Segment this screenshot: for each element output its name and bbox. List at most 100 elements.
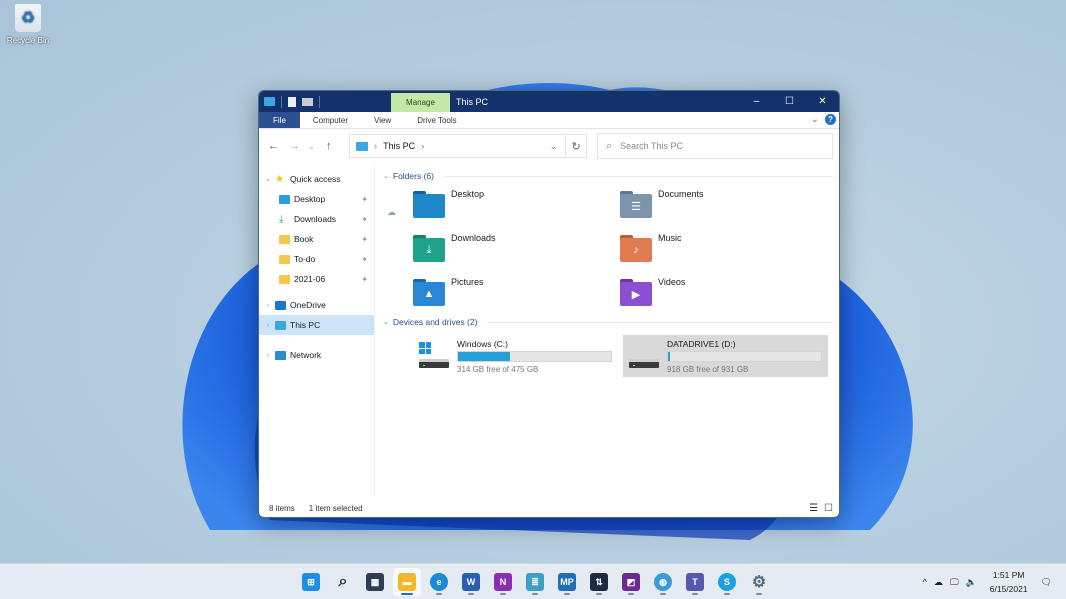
running-indicator — [401, 593, 413, 595]
help-icon[interactable]: ? — [825, 114, 836, 125]
nav-item-label: OneDrive — [290, 300, 326, 310]
music-folder-icon: ♪ — [620, 235, 652, 262]
folder-item-downloads[interactable]: ⤓ Downloads — [413, 231, 620, 263]
folder-item-music[interactable]: ♪ Music — [620, 231, 827, 263]
nav-item-to-do[interactable]: To-do ✦ — [259, 249, 374, 269]
recycle-bin[interactable]: ♻ Recycle Bin — [4, 4, 52, 45]
taskbar-notepad[interactable]: ≣ — [521, 568, 549, 596]
drive-free-space: 918 GB free of 931 GB — [667, 364, 749, 374]
nav-item-2021-06[interactable]: 2021-06 ✦ — [259, 269, 374, 289]
network-icon[interactable]: 🖵 — [950, 577, 959, 588]
pc-icon — [356, 141, 369, 151]
refresh-button[interactable]: ↻ — [566, 134, 587, 158]
system-tray: ^ ☁ 🖵 🔈 1:51 PM 6/15/2021 🗨 — [923, 564, 1066, 599]
nav-item-quick-access[interactable]: ⌄ ★ Quick access — [259, 169, 374, 189]
nav-item-desktop[interactable]: Desktop ✦ — [259, 189, 374, 209]
drive-usage-bar — [667, 350, 822, 362]
taskbar-sort-app[interactable]: ⇅ — [585, 568, 613, 596]
navigation-pane: ⌄ ★ Quick access Desktop ✦ ⤓ Downloads ✦ Book ✦ To… — [259, 163, 375, 497]
taskbar-maps[interactable]: ◍ — [649, 568, 677, 596]
nav-item-downloads[interactable]: ⤓ Downloads ✦ — [259, 209, 374, 229]
clock[interactable]: 1:51 PM 6/15/2021 — [990, 568, 1028, 596]
group-header-folders[interactable]: ⌄ Folders (6) — [381, 169, 833, 183]
tab-manage[interactable]: Manage — [391, 93, 450, 112]
large-icons-view-icon[interactable]: ☐ — [824, 503, 833, 514]
folder-item-videos[interactable]: ▶ Videos — [620, 275, 827, 307]
properties-icon[interactable] — [288, 96, 296, 107]
up-button[interactable]: ↑ — [320, 136, 337, 156]
tab-file[interactable]: File — [259, 112, 300, 128]
taskbar-start[interactable]: ⊞ — [297, 568, 325, 596]
drive-item[interactable]: Windows (C:) 314 GB free of 475 GB — [413, 335, 618, 377]
minimize-button[interactable]: – — [740, 91, 773, 112]
folder-item-desktop[interactable]: Desktop — [413, 187, 620, 219]
address-dropdown-icon[interactable]: ⌄ — [550, 141, 558, 152]
chevron-right-icon[interactable]: › — [261, 322, 275, 329]
item-count: 8 items — [269, 503, 295, 513]
taskbar-onenote[interactable]: N — [489, 568, 517, 596]
address-bar[interactable]: › This PC › ⌄ — [349, 134, 567, 158]
desktop-icon — [279, 194, 290, 204]
nav-item-network[interactable]: › Network — [259, 345, 374, 365]
nav-item-label: 2021-06 — [294, 274, 326, 284]
folder-icon — [279, 234, 290, 244]
hard-drive-icon — [419, 342, 451, 370]
tab-view[interactable]: View — [361, 112, 404, 128]
chevron-right-icon[interactable]: › — [261, 352, 275, 359]
tab-drive-tools[interactable]: Drive Tools — [404, 112, 469, 128]
file-explorer-window: Manage This PC – ☐ ✕ File Computer View … — [258, 90, 840, 518]
recent-locations-button[interactable]: ⌄ — [307, 136, 316, 156]
onedrive-icon[interactable]: ☁ — [934, 577, 943, 588]
taskbar-word[interactable]: W — [457, 568, 485, 596]
breadcrumb-this-pc[interactable]: This PC — [383, 141, 415, 151]
tab-computer[interactable]: Computer — [300, 112, 361, 128]
forward-button[interactable]: → — [286, 136, 303, 156]
close-button[interactable]: ✕ — [806, 91, 839, 112]
nav-item-label: Downloads — [294, 214, 337, 224]
star-icon: ★ — [275, 173, 284, 185]
taskbar-edge[interactable]: e — [425, 568, 453, 596]
pin-icon: ✦ — [361, 214, 368, 224]
cloud-sync-icon: ☁ — [387, 207, 396, 217]
search-icon: ⌕ — [338, 573, 348, 590]
breadcrumb-separator: › — [374, 141, 378, 151]
drive-item[interactable]: DATADRIVE1 (D:) 918 GB free of 931 GB — [623, 335, 828, 377]
nav-item-label: To-do — [294, 254, 316, 264]
chevron-down-icon[interactable]: ⌄ — [261, 175, 275, 183]
taskbar-skype[interactable]: S — [713, 568, 741, 596]
volume-icon[interactable]: 🔈 — [966, 577, 977, 588]
breadcrumb-separator[interactable]: › — [421, 141, 424, 151]
group-header-drives[interactable]: ⌄ Devices and drives (2) — [381, 315, 833, 329]
taskbar-settings[interactable]: ⚙ — [745, 568, 773, 596]
folder-item-documents[interactable]: ☰ Documents — [620, 187, 827, 219]
taskbar-teams[interactable]: T — [681, 568, 709, 596]
taskbar-mp[interactable]: MP — [553, 568, 581, 596]
folder-icon — [279, 274, 290, 284]
search-input[interactable]: ⌕ Search This PC — [596, 133, 834, 159]
details-view-icon[interactable]: ☰ — [809, 503, 818, 514]
taskbar-paint[interactable]: ◩ — [617, 568, 645, 596]
windows-logo-icon — [419, 342, 431, 354]
folder-item-pictures[interactable]: ▲ Pictures — [413, 275, 620, 307]
drive-free-space: 314 GB free of 475 GB — [457, 364, 539, 374]
expand-ribbon-icon[interactable]: ⌄ — [811, 114, 819, 125]
maximize-button[interactable]: ☐ — [773, 91, 806, 112]
drive-name: DATADRIVE1 (D:) — [667, 338, 736, 349]
chevron-right-icon[interactable]: › — [261, 302, 275, 309]
new-folder-icon[interactable] — [302, 97, 313, 106]
title-bar[interactable]: Manage This PC – ☐ ✕ — [259, 91, 839, 112]
group-title: Devices and drives (2) — [392, 317, 478, 327]
taskbar-file-explorer[interactable]: ▬ — [393, 568, 421, 596]
show-hidden-icons-button[interactable]: ^ — [923, 577, 927, 587]
back-button[interactable]: ← — [265, 136, 282, 156]
nav-item-this-pc[interactable]: › This PC — [259, 315, 374, 335]
divider — [281, 95, 282, 108]
taskbar-search[interactable]: ⌕ — [329, 568, 357, 596]
drive-usage-fill — [458, 351, 510, 361]
notifications-icon[interactable]: 🗨 — [1041, 577, 1052, 588]
sort-app-icon: ⇅ — [590, 573, 608, 591]
taskbar-widgets[interactable]: ▦ — [361, 568, 389, 596]
nav-item-book[interactable]: Book ✦ — [259, 229, 374, 249]
edge-icon: e — [430, 573, 448, 591]
nav-item-onedrive[interactable]: › OneDrive — [259, 295, 374, 315]
